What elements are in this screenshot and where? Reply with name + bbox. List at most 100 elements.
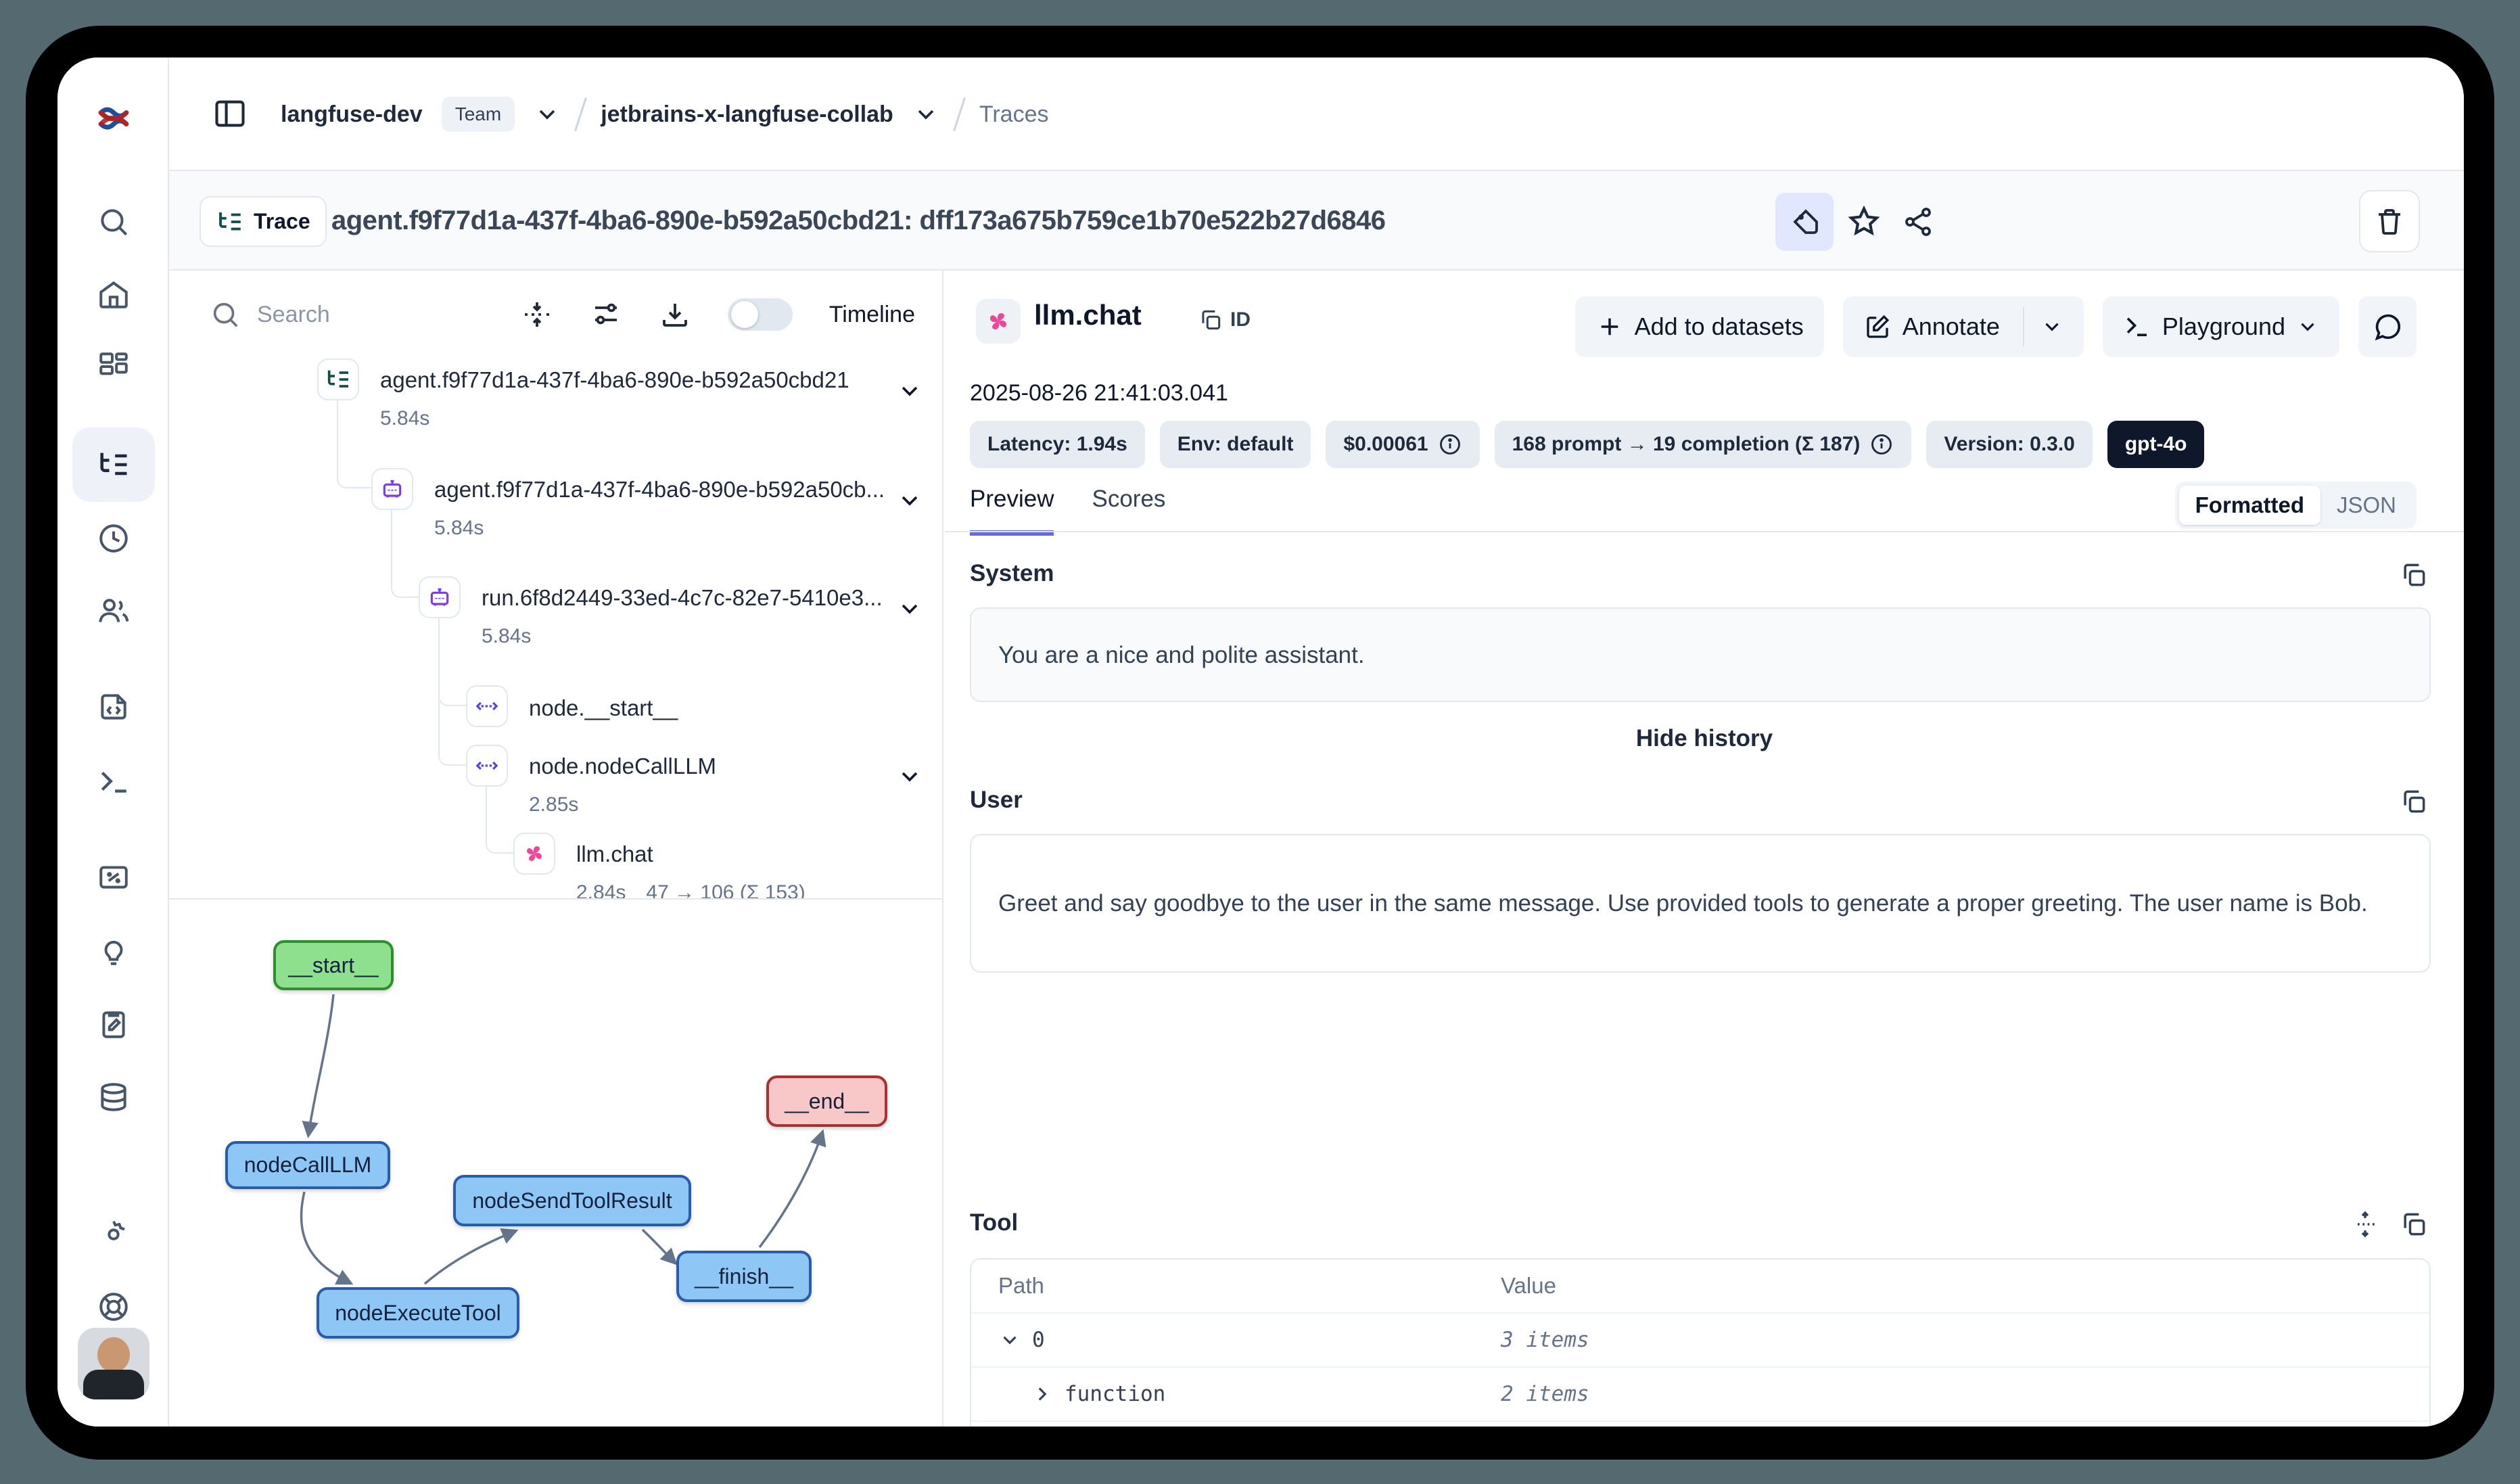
collapse-vertical-icon[interactable] — [521, 298, 553, 331]
comments-button[interactable] — [2358, 296, 2417, 357]
star-button[interactable] — [1837, 193, 1891, 251]
percent-card-icon — [97, 860, 131, 894]
graph-node-send-tool-result[interactable]: nodeSendToolResult — [453, 1175, 691, 1226]
tab-preview[interactable]: Preview — [970, 486, 1054, 536]
span-icon-box — [466, 745, 508, 787]
search-icon — [210, 299, 241, 330]
graph-node-finish[interactable]: __finish__ — [676, 1251, 812, 1302]
tag-button[interactable] — [1775, 193, 1834, 251]
format-toggle[interactable]: Formatted JSON — [2175, 482, 2417, 529]
lightbulb-icon — [97, 935, 131, 969]
table-header-row: Path Value — [971, 1259, 2429, 1314]
rail-annotation[interactable] — [57, 992, 169, 1057]
add-to-datasets-button[interactable]: Add to datasets — [1575, 296, 1824, 357]
observation-icon-box — [976, 299, 1021, 344]
format-json[interactable]: JSON — [2320, 492, 2412, 518]
span-arrows-icon — [473, 752, 500, 779]
tab-scores[interactable]: Scores — [1092, 486, 1165, 536]
search-icon — [97, 205, 131, 239]
chevron-down-icon[interactable] — [896, 377, 923, 404]
annotate-button[interactable]: Annotate — [1843, 296, 2084, 357]
tree-connector — [486, 786, 515, 854]
table-row[interactable]: function 2 items — [971, 1368, 2429, 1422]
observation-id[interactable]: ID — [1198, 307, 1251, 333]
filter-settings-icon[interactable] — [590, 298, 622, 331]
chevron-down-icon[interactable] — [998, 1328, 1021, 1351]
observation-name: llm.chat — [1034, 299, 1142, 331]
table-row[interactable]: 0 3 items — [971, 1314, 2429, 1368]
hide-history-button[interactable]: Hide history — [945, 725, 2464, 752]
delete-trace-button[interactable] — [2359, 190, 2420, 252]
panel-left-icon — [212, 96, 248, 131]
chevron-right-icon[interactable] — [1031, 1383, 1054, 1406]
graph-node-call-llm[interactable]: nodeCallLLM — [225, 1141, 390, 1189]
chevron-down-icon[interactable] — [2040, 315, 2063, 338]
tool-section-label: Tool — [970, 1209, 1018, 1236]
breadcrumb-page[interactable]: Traces — [979, 101, 1049, 128]
avatar-shoulders — [83, 1370, 144, 1399]
plus-icon — [1595, 312, 1624, 341]
graph-node-execute-tool[interactable]: nodeExecuteTool — [317, 1287, 519, 1339]
avatar[interactable] — [78, 1328, 149, 1399]
tree-row-label: llm.chat — [576, 841, 653, 867]
tree-search[interactable]: Search — [210, 299, 330, 330]
detail-tabs: Preview Scores — [970, 486, 1165, 536]
chevron-down-icon[interactable] — [896, 763, 923, 790]
rail-insights[interactable] — [57, 919, 169, 984]
breadcrumb-environment[interactable]: jetbrains-x-langfuse-collab — [601, 101, 893, 128]
terminal-icon — [2123, 312, 2151, 341]
rail-sessions[interactable] — [57, 506, 169, 571]
trace-tree-icon — [216, 208, 244, 236]
trace-title: agent.f9f77d1a-437f-4ba6-890e-b592a50cbd… — [331, 171, 1386, 271]
rail-home[interactable] — [57, 262, 169, 327]
share-icon — [1902, 206, 1934, 238]
rail-prompts[interactable] — [57, 674, 169, 739]
robot-icon — [426, 584, 453, 611]
rail-datasets[interactable] — [57, 1065, 169, 1130]
tool-json-table: Path Value 0 3 items function 2 items id — [970, 1258, 2431, 1427]
env-badge: Env: default — [1160, 421, 1311, 468]
rail-playground[interactable] — [57, 749, 169, 814]
playground-button[interactable]: Playground — [2103, 296, 2339, 357]
rail-tracing-active[interactable] — [72, 427, 155, 502]
system-section-actions — [2399, 560, 2429, 590]
expand-vertical-icon[interactable] — [2350, 1209, 2380, 1239]
table-row[interactable]: id "call_n2HaWg9KFP0BZDqXv6G4b3nJ" — [971, 1422, 2429, 1427]
copy-icon[interactable] — [2399, 1209, 2429, 1239]
chevron-down-icon[interactable] — [534, 101, 561, 128]
chevron-down-icon[interactable] — [896, 487, 923, 514]
sidebar-toggle-button[interactable] — [200, 83, 260, 144]
rail-users[interactable] — [57, 578, 169, 643]
download-icon[interactable] — [659, 298, 691, 331]
tree-row-duration: 2.85s — [529, 793, 578, 816]
format-formatted[interactable]: Formatted — [2179, 486, 2320, 525]
latency-badge: Latency: 1.94s — [970, 421, 1145, 468]
rail-evaluation[interactable] — [57, 845, 169, 910]
user-message-text: Greet and say goodbye to the user in the… — [998, 882, 2368, 925]
system-message-box: You are a nice and polite assistant. — [970, 607, 2431, 702]
chevron-down-icon[interactable] — [896, 595, 923, 622]
copy-icon[interactable] — [2399, 787, 2429, 816]
breadcrumb-separator — [953, 97, 966, 131]
copy-icon[interactable] — [2399, 560, 2429, 590]
graph-node-end[interactable]: __end__ — [766, 1075, 887, 1127]
gear-icon — [97, 1218, 131, 1251]
observation-badges: Latency: 1.94s Env: default $0.00061 168… — [970, 421, 2204, 468]
version-badge: Version: 0.3.0 — [1926, 421, 2092, 468]
model-badge[interactable]: gpt-4o — [2107, 421, 2205, 468]
nav-rail — [57, 57, 169, 1427]
trace-header-row: Trace agent.f9f77d1a-437f-4ba6-890e-b592… — [169, 171, 2464, 271]
chevron-down-icon[interactable] — [912, 101, 939, 128]
copy-icon — [1198, 307, 1223, 333]
rail-search[interactable] — [57, 189, 169, 254]
share-button[interactable] — [1891, 193, 1945, 251]
rail-dashboards[interactable] — [57, 334, 169, 399]
tokens-badge[interactable]: 168 prompt → 19 completion (Σ 187) — [1495, 421, 1912, 468]
graph-node-start[interactable]: __start__ — [273, 940, 394, 990]
observation-timestamp: 2025-08-26 21:41:03.041 — [970, 380, 1228, 407]
timeline-toggle[interactable] — [728, 298, 793, 331]
trace-tree-icon — [325, 366, 352, 393]
breadcrumb-project[interactable]: langfuse-dev — [281, 101, 423, 128]
rail-settings[interactable] — [57, 1202, 169, 1267]
cost-badge[interactable]: $0.00061 — [1326, 421, 1479, 468]
